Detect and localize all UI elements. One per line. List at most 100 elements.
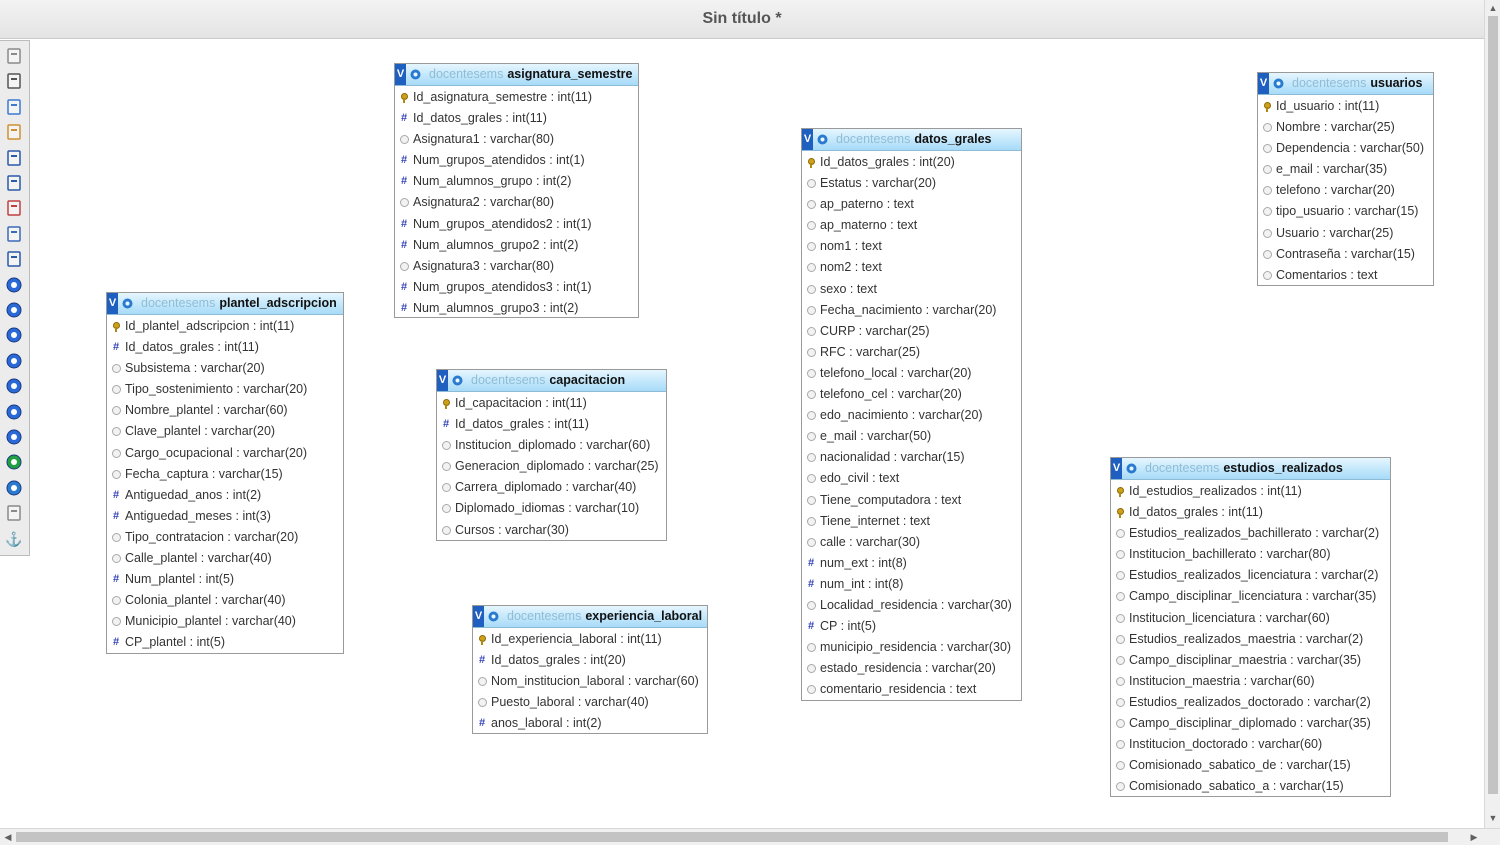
table-header[interactable]: Vdocentesems asignatura_semestre [395,64,638,86]
collapse-toggle-icon[interactable]: V [107,293,118,314]
table-plantel-adscripcion[interactable]: Vdocentesems plantel_adscripcion Id_plante… [106,292,344,654]
column-row[interactable]: Contraseña : varchar(15) [1258,244,1433,265]
column-row[interactable]: Institucion_bachillerato : varchar(80) [1111,544,1390,565]
column-row[interactable]: Id_datos_grales : int(11) [1111,502,1390,523]
save-icon[interactable] [5,149,23,167]
column-row[interactable]: Calle_plantel : varchar(40) [107,548,343,569]
column-row[interactable]: Institucion_diplomado : varchar(60) [437,435,666,456]
column-row[interactable]: Tiene_computadora : text [802,490,1021,511]
column-row[interactable]: Id_plantel_adscripcion : int(11) [107,316,343,337]
column-row[interactable]: Puesto_laboral : varchar(40) [473,692,707,713]
column-row[interactable]: telefono_local : varchar(20) [802,363,1021,384]
new-document-icon[interactable] [5,98,23,116]
column-row[interactable]: CURP : varchar(25) [802,321,1021,342]
column-row[interactable]: # num_int : int(8) [802,574,1021,595]
edit-document-icon[interactable] [5,123,23,141]
table-header[interactable]: Vdocentesems estudios_realizados [1111,458,1390,480]
column-row[interactable]: Campo_disciplinar_maestria : varchar(35) [1111,650,1390,671]
scroll-left-icon[interactable]: ◀ [0,829,16,845]
undo-icon[interactable] [5,47,23,65]
collapse-toggle-icon[interactable]: V [1111,458,1122,479]
column-row[interactable]: Id_datos_grales : int(20) [802,152,1021,173]
back-icon[interactable] [5,504,23,522]
table-header[interactable]: Vdocentesems datos_grales [802,129,1021,151]
column-row[interactable]: Asignatura1 : varchar(80) [395,129,638,150]
column-row[interactable]: calle : varchar(30) [802,532,1021,553]
column-row[interactable]: RFC : varchar(25) [802,342,1021,363]
gear-icon[interactable] [121,297,134,310]
gear-icon[interactable] [816,133,829,146]
column-row[interactable]: # CP_plantel : int(5) [107,632,343,653]
column-row[interactable]: # num_ext : int(8) [802,553,1021,574]
gear-icon[interactable] [1125,462,1138,475]
column-row[interactable]: Diplomado_idiomas : varchar(10) [437,498,666,519]
column-row[interactable]: sexo : text [802,279,1021,300]
view-icon[interactable] [5,453,23,471]
table-header[interactable]: Vdocentesems experiencia_laboral [473,606,707,628]
column-row[interactable]: Estudios_realizados_bachillerato : varch… [1111,523,1390,544]
column-row[interactable]: Tiene_internet : text [802,511,1021,532]
column-row[interactable]: Comisionado_sabatico_de : varchar(15) [1111,755,1390,776]
global-icon[interactable] [5,352,23,370]
gear-icon[interactable] [487,610,500,623]
column-row[interactable]: telefono : varchar(20) [1258,180,1433,201]
column-row[interactable]: telefono_cel : varchar(20) [802,384,1021,405]
column-row[interactable]: Institucion_licenciatura : varchar(60) [1111,608,1390,629]
column-row[interactable]: Fecha_nacimiento : varchar(20) [802,300,1021,321]
zoom-out-icon[interactable] [5,301,23,319]
column-row[interactable]: # anos_laboral : int(2) [473,713,707,734]
column-row[interactable]: nom1 : text [802,236,1021,257]
settings-icon[interactable] [5,428,23,446]
collapse-toggle-icon[interactable]: V [802,129,813,150]
refresh-icon[interactable] [5,403,23,421]
zoom-in-icon[interactable] [5,276,23,294]
column-row[interactable]: # Num_plantel : int(5) [107,569,343,590]
column-row[interactable]: Subsistema : varchar(20) [107,358,343,379]
column-row[interactable]: estado_residencia : varchar(20) [802,658,1021,679]
page-icon[interactable] [5,225,23,243]
column-row[interactable]: # Num_alumnos_grupo : int(2) [395,171,638,192]
table-asignatura-semestre[interactable]: Vdocentesems asignatura_semestre Id_asigna… [394,63,639,318]
table-usuarios[interactable]: Vdocentesems usuarios Id_usuario : int(11)… [1257,72,1434,286]
column-row[interactable]: # Id_datos_grales : int(11) [395,108,638,129]
gear-icon[interactable] [1272,77,1285,90]
column-row[interactable]: # Num_grupos_atendidos2 : int(1) [395,214,638,235]
column-row[interactable]: Id_capacitacion : int(11) [437,393,666,414]
fit-screen-icon[interactable] [5,72,23,90]
column-row[interactable]: # Num_grupos_atendidos : int(1) [395,150,638,171]
column-row[interactable]: Id_asignatura_semestre : int(11) [395,87,638,108]
column-row[interactable]: municipio_residencia : varchar(30) [802,637,1021,658]
gear-icon[interactable] [451,374,464,387]
collapse-toggle-icon[interactable]: V [1258,73,1269,94]
column-row[interactable]: nom2 : text [802,257,1021,278]
column-row[interactable]: # Num_alumnos_grupo3 : int(2) [395,298,638,319]
column-row[interactable]: Generacion_diplomado : varchar(25) [437,456,666,477]
relation-icon[interactable] [5,250,23,268]
column-row[interactable]: comentario_residencia : text [802,679,1021,700]
scroll-up-icon[interactable]: ▲ [1485,0,1500,16]
save-as-icon[interactable] [5,174,23,192]
column-row[interactable]: ap_paterno : text [802,194,1021,215]
column-row[interactable]: # Antiguedad_anos : int(2) [107,485,343,506]
column-row[interactable]: Nombre_plantel : varchar(60) [107,400,343,421]
column-row[interactable]: Estudios_realizados_doctorado : varchar(… [1111,692,1390,713]
table-header[interactable]: Vdocentesems plantel_adscripcion [107,293,343,315]
column-row[interactable]: e_mail : varchar(35) [1258,159,1433,180]
column-row[interactable]: Id_estudios_realizados : int(11) [1111,481,1390,502]
column-row[interactable]: Tipo_sostenimiento : varchar(20) [107,379,343,400]
column-row[interactable]: edo_civil : text [802,468,1021,489]
gear-icon[interactable] [409,68,422,81]
column-row[interactable]: Usuario : varchar(25) [1258,223,1433,244]
table-datos-grales[interactable]: Vdocentesems datos_grales Id_datos_grales … [801,128,1022,701]
column-row[interactable]: Campo_disciplinar_licenciatura : varchar… [1111,586,1390,607]
anchor-icon[interactable]: ⚓ [5,530,23,548]
table-header[interactable]: Vdocentesems capacitacion [437,370,666,392]
column-row[interactable]: Comentarios : text [1258,265,1433,286]
column-row[interactable]: Localidad_residencia : varchar(30) [802,595,1021,616]
column-row[interactable]: Cargo_ocupacional : varchar(20) [107,443,343,464]
vertical-scrollbar[interactable]: ▲ ▼ [1484,0,1500,828]
column-row[interactable]: # Num_alumnos_grupo2 : int(2) [395,235,638,256]
column-row[interactable]: Clave_plantel : varchar(20) [107,421,343,442]
vertical-scroll-thumb[interactable] [1488,16,1498,794]
column-row[interactable]: Estudios_realizados_maestria : varchar(2… [1111,629,1390,650]
